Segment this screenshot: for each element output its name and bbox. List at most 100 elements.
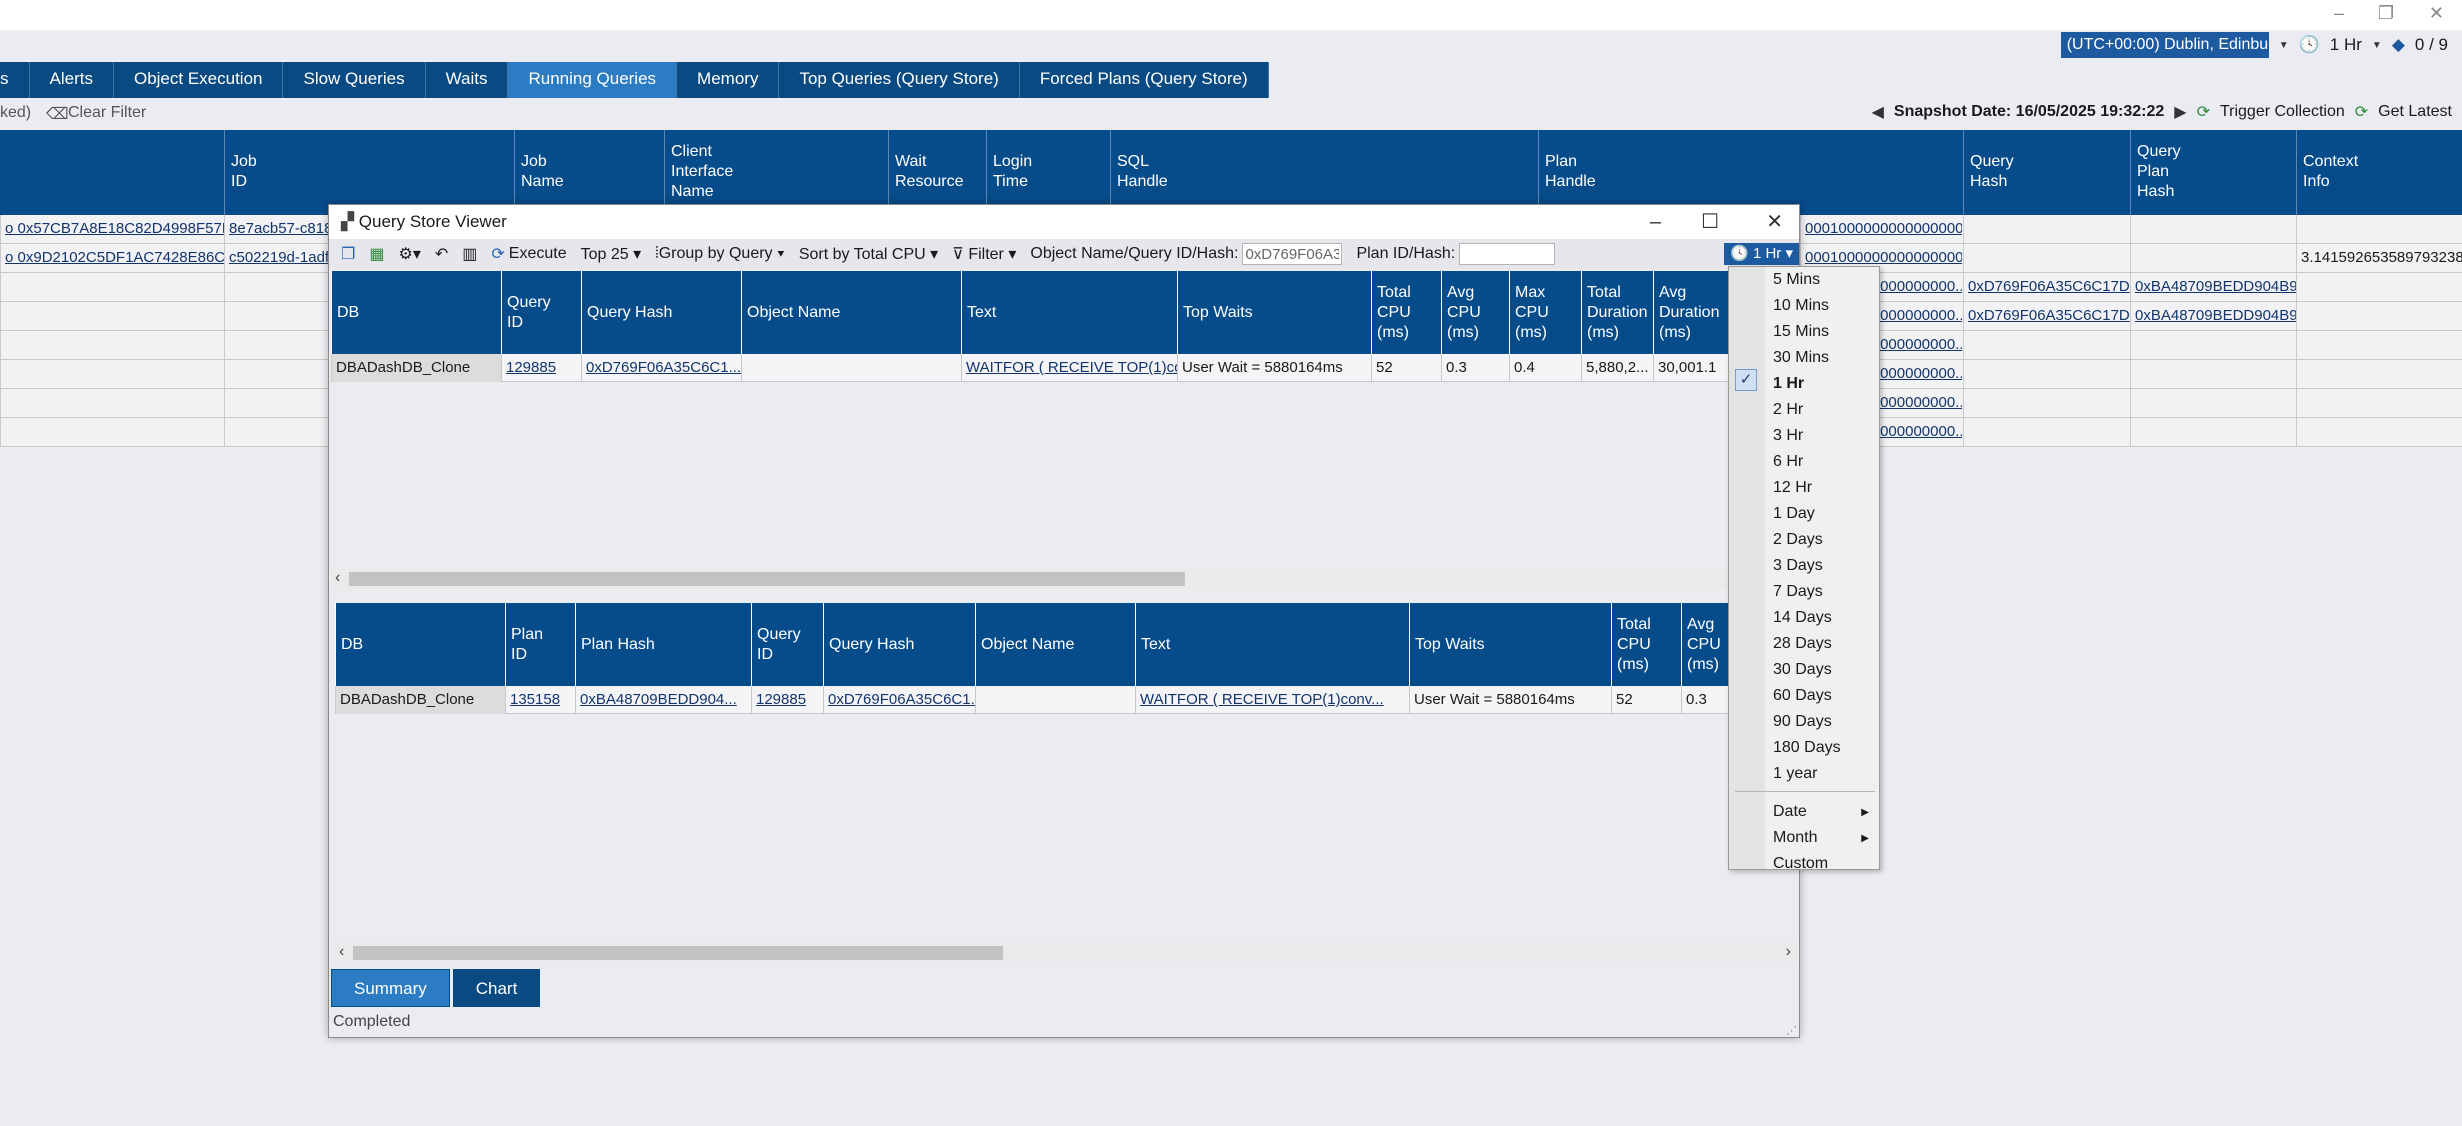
column-header[interactable]: Top Waits — [1409, 603, 1611, 686]
column-header[interactable]: Text — [1135, 603, 1409, 686]
undo-icon[interactable]: ↶ — [435, 244, 448, 264]
close-icon[interactable]: ✕ — [1766, 205, 1783, 239]
grid-cell[interactable]: 0xD769F06A35C6C1... — [823, 686, 975, 714]
object-filter-input[interactable] — [1242, 243, 1343, 265]
scroll-thumb[interactable] — [353, 946, 1003, 960]
table-row[interactable]: DBADashDB_Clone 129885 0xD769F06A35C6C1...… — [331, 354, 1797, 382]
column-header[interactable]: Login Time — [986, 130, 1110, 215]
column-header[interactable]: Query Hash — [581, 271, 741, 354]
horizontal-scrollbar[interactable]: ‹ › — [335, 943, 1797, 963]
grid-cell[interactable] — [2130, 215, 2296, 244]
grid-cell[interactable] — [0, 389, 224, 418]
grid-cell[interactable] — [2130, 389, 2296, 418]
grid-cell[interactable] — [0, 273, 224, 302]
tab-s[interactable]: s — [0, 62, 30, 98]
time-range-button[interactable]: 1 Hr — [2330, 35, 2362, 55]
column-header[interactable]: Top Waits — [1177, 271, 1371, 354]
menu-item[interactable]: Custom — [1773, 855, 1873, 873]
menu-item[interactable]: 15 Mins — [1773, 323, 1829, 341]
column-header[interactable]: Job ID — [224, 130, 514, 215]
column-header[interactable]: Total CPU (ms) — [1611, 603, 1681, 686]
menu-item[interactable]: 3 Hr — [1773, 427, 1803, 445]
menu-item[interactable]: 6 Hr — [1773, 453, 1803, 471]
menu-item[interactable]: 5 Mins — [1773, 271, 1820, 289]
tab-chart[interactable]: Chart — [452, 969, 541, 1007]
menu-item[interactable]: 12 Hr — [1773, 479, 1812, 497]
menu-item[interactable]: 10 Mins — [1773, 297, 1829, 315]
column-header[interactable]: Job Name — [514, 130, 664, 215]
timezone-select[interactable]: (UTC+00:00) Dublin, Edinburgh — [2060, 32, 2269, 58]
grid-cell[interactable]: o 0x57CB7A8E18C82D4998F57E... — [0, 215, 224, 244]
horizontal-scrollbar[interactable]: ‹ — [331, 569, 1797, 589]
tab-forced-plans-query-store[interactable]: Forced Plans (Query Store) — [1020, 62, 1269, 98]
top-dropdown[interactable]: Top 25 ▾ — [581, 244, 642, 264]
column-header[interactable]: Context Info — [2296, 130, 2462, 215]
menu-item[interactable]: 1 Day — [1773, 505, 1815, 523]
grid-cell[interactable] — [1963, 331, 2130, 360]
column-header[interactable]: Object Name — [975, 603, 1135, 686]
minimize-icon[interactable]: – — [1650, 205, 1661, 239]
column-header[interactable]: DB — [335, 603, 505, 686]
sort-by-dropdown[interactable]: Sort by Total CPU ▾ — [799, 244, 938, 264]
column-header[interactable]: Query Plan Hash — [2130, 130, 2296, 215]
grid-cell[interactable]: 129885 — [751, 686, 823, 714]
grid-cell[interactable]: 0xD769F06A35C6C1... — [581, 354, 741, 382]
grid-cell[interactable]: 0xBA48709BEDD904... — [575, 686, 751, 714]
chevron-down-icon[interactable]: ▼ — [2279, 40, 2289, 51]
menu-item[interactable]: 14 Days — [1773, 609, 1832, 627]
menu-item[interactable]: 180 Days — [1773, 739, 1841, 757]
maximize-icon[interactable]: ☐ — [1701, 205, 1719, 239]
eraser-icon[interactable]: ⌫ — [46, 104, 69, 124]
grid-cell[interactable]: 0xD769F06A35C6C17D — [1963, 273, 2130, 302]
menu-item[interactable]: 7 Days — [1773, 583, 1823, 601]
menu-item[interactable]: 1 Hr — [1773, 375, 1804, 393]
scroll-left-icon[interactable]: ‹ — [339, 943, 344, 961]
column-header[interactable]: SQL Handle — [1110, 130, 1538, 215]
column-header[interactable]: Query ID — [501, 271, 581, 354]
tab-alerts[interactable]: Alerts — [30, 62, 114, 98]
column-header[interactable]: Total CPU (ms) — [1371, 271, 1441, 354]
scroll-thumb[interactable] — [349, 572, 1185, 586]
scroll-right-icon[interactable]: › — [1786, 943, 1791, 961]
grid-cell[interactable] — [0, 331, 224, 360]
column-header[interactable]: Query ID — [751, 603, 823, 686]
table-row[interactable]: DBADashDB_Clone 135158 0xBA48709BEDD904...… — [335, 686, 1797, 714]
grid-cell[interactable] — [1963, 389, 2130, 418]
grid-cell[interactable] — [0, 360, 224, 389]
grid-cell[interactable]: 0001000000000000000... — [1800, 215, 1962, 244]
tab-running-queries[interactable]: Running Queries — [508, 62, 678, 98]
grid-cell[interactable] — [1963, 418, 2130, 447]
plan-filter-input[interactable] — [1459, 243, 1556, 265]
close-icon[interactable]: ✕ — [2429, 3, 2444, 24]
minimize-icon[interactable]: – — [2334, 3, 2344, 24]
column-header[interactable]: Plan ID — [505, 603, 575, 686]
settings-icon[interactable]: ⚙▾ — [398, 244, 420, 264]
tab-summary[interactable]: Summary — [331, 969, 450, 1007]
grid-cell[interactable] — [2130, 331, 2296, 360]
tab-waits[interactable]: Waits — [426, 62, 509, 98]
menu-item[interactable]: Date — [1773, 803, 1873, 821]
resize-grip-icon[interactable]: ⋰ — [1786, 1024, 1797, 1037]
menu-item[interactable]: 30 Days — [1773, 661, 1832, 679]
time-range-button[interactable]: 🕓 1 Hr ▾ — [1724, 243, 1799, 265]
get-latest-button[interactable]: Get Latest — [2378, 103, 2452, 121]
grid-cell[interactable] — [1963, 244, 2130, 273]
tab-slow-queries[interactable]: Slow Queries — [283, 62, 426, 98]
column-header[interactable]: Wait Resource — [888, 130, 986, 215]
grid-cell[interactable]: 0xBA48709BEDD904B9 — [2130, 273, 2296, 302]
copy-icon[interactable]: ❐ — [341, 244, 355, 264]
column-header[interactable]: Plan Hash — [575, 603, 751, 686]
menu-item[interactable]: 90 Days — [1773, 713, 1832, 731]
restore-icon[interactable]: ❐ — [2378, 3, 2394, 24]
grid-cell[interactable]: 129885 — [501, 354, 581, 382]
trigger-collection-button[interactable]: Trigger Collection — [2220, 103, 2345, 121]
column-header[interactable]: Client Interface Name — [664, 130, 888, 215]
grid-cell[interactable] — [0, 418, 224, 447]
grid-cell[interactable]: o 0x9D2102C5DF1AC7428E86C... — [0, 244, 224, 273]
filter-dropdown[interactable]: ⊽ Filter ▾ — [952, 244, 1016, 264]
menu-item[interactable]: 30 Mins — [1773, 349, 1829, 367]
column-header[interactable]: Total Duration (ms) — [1581, 271, 1653, 354]
grid-cell[interactable] — [1963, 215, 2130, 244]
tab-top-queries-query-store[interactable]: Top Queries (Query Store) — [779, 62, 1020, 98]
scroll-left-icon[interactable]: ‹ — [335, 569, 340, 587]
